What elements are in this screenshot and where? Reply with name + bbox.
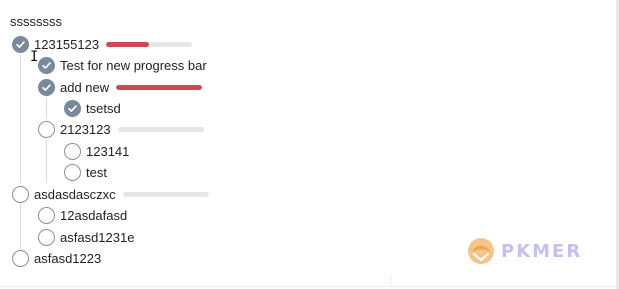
task-checkbox[interactable] [64,99,81,117]
watermark-logo: PKMER [466,236,582,266]
indent-guide [46,97,47,119]
task-checkbox[interactable] [38,228,55,246]
task-label[interactable]: asfasd1231e [60,230,134,245]
task-label[interactable]: test [86,165,107,180]
task-item: tsetsd [64,98,121,118]
progress-fill [116,84,203,90]
progress-bar [116,84,203,90]
task-item: test [64,162,107,182]
task-item: 2123123 [38,119,204,139]
indent-guide [20,202,21,250]
task-item: 123141 [64,141,129,161]
task-label[interactable]: 2123123 [60,122,111,137]
task-checkbox[interactable] [12,185,29,203]
task-label[interactable]: 12asdafasd [60,208,127,223]
task-label[interactable]: tsetsd [86,101,121,116]
watermark-text: PKMER [501,240,583,262]
progress-fill [106,41,150,47]
task-item: Test for new progress bar [38,55,207,75]
task-checkbox[interactable] [12,249,29,267]
check-icon [42,61,51,69]
task-label[interactable]: asfasd1223 [34,251,101,266]
task-label[interactable]: asdasdasczxc [34,187,116,202]
progress-bar [122,191,209,197]
task-item: 12asdafasd [38,205,127,225]
task-item: asdasdasczxc [12,184,209,204]
task-label[interactable]: Test for new progress bar [60,58,207,73]
task-checkbox[interactable] [12,35,29,53]
task-item: add new [38,77,203,97]
task-checkbox[interactable] [38,206,55,224]
task-item: asfasd1231e [38,227,134,247]
progress-bar [117,126,204,132]
task-checkbox[interactable] [38,78,55,96]
task-item: 123155123 [12,34,193,54]
task-checkbox[interactable] [38,120,55,138]
task-checkbox[interactable] [64,163,81,181]
task-item: asfasd1223 [12,248,101,268]
indent-guide [20,55,21,183]
task-checkbox[interactable] [38,56,55,74]
text-cursor-icon: I [30,49,39,65]
check-icon [68,104,77,112]
task-label[interactable]: 123141 [86,144,129,159]
task-label[interactable]: 123155123 [34,37,99,52]
pkmer-logo-icon [468,238,494,264]
check-icon [16,40,25,48]
indent-guide [46,139,47,183]
check-icon [42,83,51,91]
progress-bar [106,41,193,47]
task-label[interactable]: add new [60,80,109,95]
task-checkbox[interactable] [64,142,81,160]
